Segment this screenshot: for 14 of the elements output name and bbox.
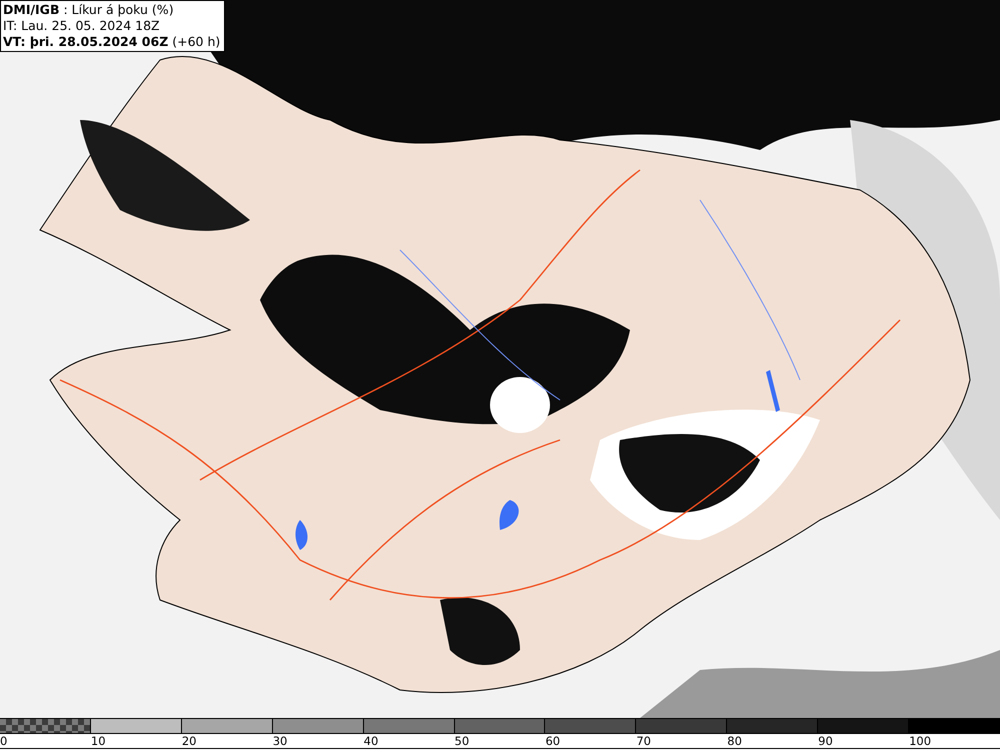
header-line: DMI/IGB : Líkur á þoku (%)	[3, 2, 175, 18]
legend-label: 30	[272, 734, 288, 748]
legend-label: 80	[727, 734, 742, 748]
legend-label: 100	[909, 734, 932, 748]
legend-label: 40	[364, 734, 378, 748]
legend-label: 10	[90, 734, 106, 748]
legend-label: 70	[636, 734, 651, 748]
legend-label: 0	[0, 734, 8, 748]
legend-label: 90	[818, 734, 833, 748]
legend-label: 20	[182, 734, 196, 748]
legend-label: 50	[454, 734, 470, 748]
header-line: IT: Lau. 25. 05. 2024 18Z	[3, 18, 161, 34]
legend-label: 60	[545, 734, 560, 748]
header-line: VT: þri. 28.05.2024 06Z (+60 h)	[3, 34, 220, 50]
